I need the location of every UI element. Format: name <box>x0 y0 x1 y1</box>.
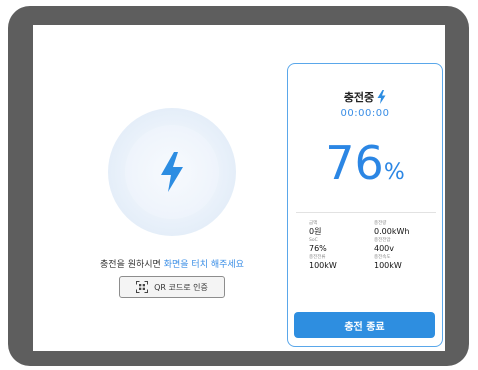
stat-voltage: 충전전압 400v <box>374 237 434 253</box>
qr-auth-button[interactable]: QR 코드로 인증 <box>119 276 225 298</box>
stat-speed: 충전속도 100kW <box>374 254 434 270</box>
status-title: 충전중 <box>343 91 375 104</box>
stat-soc: SoC 76% <box>309 237 369 253</box>
stat-label: 충전속도 <box>374 255 391 260</box>
status-title-row: 충전중 <box>288 89 442 105</box>
end-charging-button[interactable]: 충전 종료 <box>294 312 435 338</box>
prompt-highlight: 화면을 터치 해주세요 <box>163 260 244 270</box>
stat-label: 금액 <box>309 221 318 226</box>
stat-label: 충전량 <box>374 221 387 226</box>
charging-bolt-icon <box>377 90 386 104</box>
charge-percent-value: 76 <box>325 136 384 190</box>
qr-button-label: QR 코드로 인증 <box>154 282 208 292</box>
charging-status-card: 충전중 00:00:00 76% 금액 0원 충전량 0.00kWh SoC 7… <box>287 63 443 347</box>
touch-prompt: 충전을 원하시면 화면을 터치 해주세요 <box>33 257 311 270</box>
stat-value: 0.00kWh <box>374 227 410 236</box>
charge-percent-unit: % <box>383 160 405 185</box>
divider <box>296 212 436 213</box>
charger-screen[interactable]: 충전을 원하시면 화면을 터치 해주세요 QR 코드로 인증 충전중 00:00… <box>33 25 445 351</box>
elapsed-timer: 00:00:00 <box>340 108 390 119</box>
stat-amount: 금액 0원 <box>309 220 369 236</box>
charge-percent: 76% <box>288 140 442 186</box>
stat-label: 충전전류 <box>309 255 326 260</box>
device-frame: 충전을 원하시면 화면을 터치 해주세요 QR 코드로 인증 충전중 00:00… <box>8 6 469 366</box>
stat-energy: 충전량 0.00kWh <box>374 220 434 236</box>
stat-value: 76% <box>309 244 327 253</box>
stat-value: 100kW <box>309 261 337 270</box>
stat-current: 충전전류 100kW <box>309 254 369 270</box>
lightning-bolt-icon <box>161 152 183 192</box>
prompt-text: 충전을 원하시면 <box>100 260 161 270</box>
qr-code-icon <box>136 281 149 293</box>
stat-value: 400v <box>374 244 395 253</box>
stat-value: 0원 <box>309 227 322 236</box>
stat-value: 100kW <box>374 261 402 270</box>
stat-label: SoC <box>309 238 318 243</box>
touch-glow-area[interactable] <box>108 108 236 236</box>
stat-label: 충전전압 <box>374 238 391 243</box>
